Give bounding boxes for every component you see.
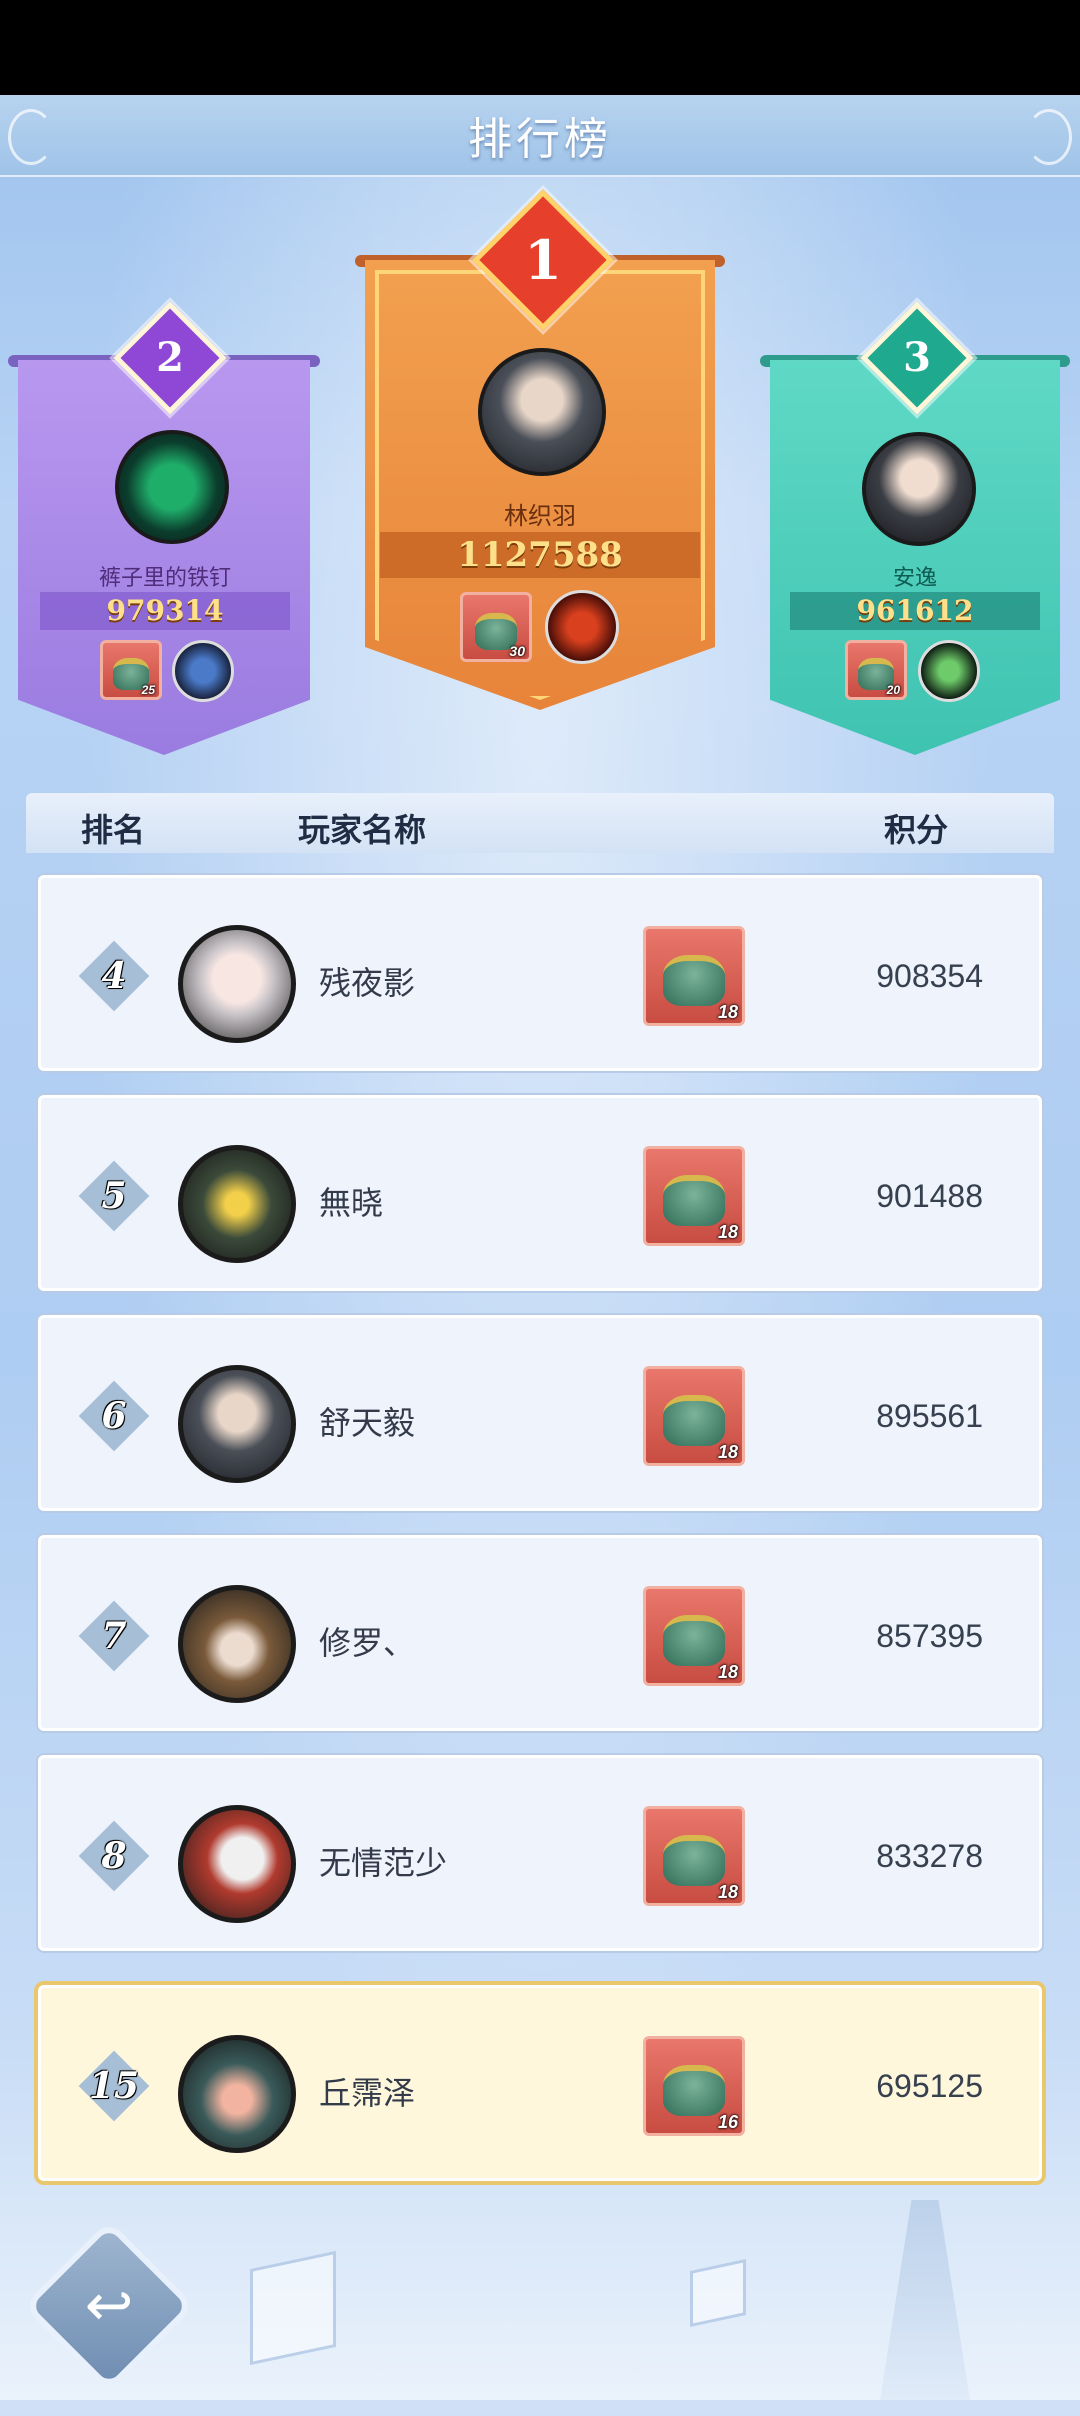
player-score: 961612 <box>790 592 1040 630</box>
player-score: 833278 <box>876 1838 983 1874</box>
header-rank: 排名 <box>81 811 146 849</box>
avatar[interactable] <box>178 925 296 1043</box>
cauldron-graphic <box>663 1615 725 1667</box>
crossed-swords-icon[interactable] <box>918 640 980 702</box>
avatar[interactable] <box>178 2035 296 2153</box>
cauldron-icon[interactable]: 16 <box>643 2036 745 2136</box>
decoration <box>690 2259 746 2327</box>
table-row[interactable]: 8 无情范少 18 833278 <box>38 1755 1042 1951</box>
rank-badge-icon: 8 <box>78 1820 150 1892</box>
table-row[interactable]: 7 修罗、 18 857395 <box>38 1535 1042 1731</box>
item-count: 18 <box>717 1882 738 1902</box>
rank-badge-icon: 6 <box>78 1380 150 1452</box>
header-score: 积分 <box>884 811 949 849</box>
avatar[interactable] <box>178 1365 296 1483</box>
player-name: 丘霈泽 <box>319 2074 416 2112</box>
player-score: 908354 <box>876 958 983 994</box>
player-name: 舒天毅 <box>319 1404 416 1442</box>
podium-banner-second[interactable] <box>18 360 310 755</box>
cauldron-graphic <box>663 1175 725 1227</box>
table-row[interactable]: 5 無晓 18 901488 <box>38 1095 1042 1291</box>
decoration <box>250 2250 336 2366</box>
rank-number: 4 <box>101 955 127 997</box>
cauldron-icon[interactable]: 18 <box>643 1586 745 1686</box>
crossed-swords-icon[interactable] <box>172 640 234 702</box>
cauldron-icon[interactable]: 25 <box>100 640 162 700</box>
ornament-icon <box>1026 109 1072 165</box>
avatar[interactable] <box>478 348 606 476</box>
header-player: 玩家名称 <box>298 811 427 849</box>
rank-number: 1 <box>524 228 562 292</box>
table-row[interactable]: 6 舒天毅 18 895561 <box>38 1315 1042 1511</box>
player-name: 無晓 <box>319 1184 384 1222</box>
rank-badge-icon: 4 <box>78 940 150 1012</box>
avatar[interactable] <box>862 432 976 546</box>
item-count: 16 <box>717 2112 738 2132</box>
status-bar <box>0 0 1080 95</box>
cauldron-graphic <box>663 955 725 1007</box>
player-score: 695125 <box>876 2068 983 2104</box>
rank-badge-icon: 15 <box>78 2050 150 2122</box>
table-row[interactable]: 4 残夜影 18 908354 <box>38 875 1042 1071</box>
title-bar: 排行榜 <box>0 95 1080 177</box>
cauldron-graphic <box>663 1835 725 1887</box>
rank-number: 5 <box>101 1175 127 1217</box>
player-score: 979314 <box>40 592 290 630</box>
item-count: 18 <box>717 1442 738 1462</box>
avatar[interactable] <box>178 1805 296 1923</box>
item-count: 25 <box>141 683 155 697</box>
player-score: 901488 <box>876 1178 983 1214</box>
cauldron-graphic <box>663 2065 725 2117</box>
cauldron-icon[interactable]: 30 <box>460 592 532 662</box>
cauldron-icon[interactable]: 18 <box>643 926 745 1026</box>
player-name: 修罗、 <box>319 1624 416 1662</box>
cauldron-icon[interactable]: 18 <box>643 1146 745 1246</box>
cauldron-icon[interactable]: 20 <box>845 640 907 700</box>
podium-banner-third[interactable] <box>770 360 1060 755</box>
table-header: 排名 玩家名称 积分 <box>26 793 1054 853</box>
cauldron-graphic <box>663 1395 725 1447</box>
cauldron-icon[interactable]: 18 <box>643 1806 745 1906</box>
player-name: 残夜影 <box>319 964 416 1002</box>
trident-icon[interactable] <box>545 590 619 664</box>
player-name: 安逸 <box>892 566 937 591</box>
avatar[interactable] <box>178 1585 296 1703</box>
item-count: 18 <box>717 1662 738 1682</box>
cauldron-icon[interactable]: 18 <box>643 1366 745 1466</box>
rank-badge-icon: 5 <box>78 1160 150 1232</box>
item-count: 20 <box>886 683 900 697</box>
player-score: 895561 <box>876 1398 983 1434</box>
rank-number: 2 <box>156 334 184 381</box>
player-score: 1127588 <box>380 532 700 578</box>
rank-badge-icon: 7 <box>78 1600 150 1672</box>
item-count: 18 <box>717 1002 738 1022</box>
player-score: 857395 <box>876 1618 983 1654</box>
ornament-icon <box>8 109 54 165</box>
back-arrow-icon: ↩ <box>84 2273 134 2338</box>
rank-number: 6 <box>101 1395 127 1437</box>
player-name: 裤子里的铁钉 <box>98 566 231 591</box>
rank-number: 15 <box>89 2065 140 2107</box>
rank-number: 7 <box>101 1615 127 1657</box>
item-count: 30 <box>509 643 525 659</box>
player-name: 林织羽 <box>504 502 576 530</box>
page-title: 排行榜 <box>468 114 612 165</box>
my-rank-row[interactable]: 15 丘霈泽 16 695125 <box>38 1985 1042 2181</box>
item-count: 18 <box>717 1222 738 1242</box>
avatar[interactable] <box>115 430 229 544</box>
player-name: 无情范少 <box>319 1844 448 1882</box>
avatar[interactable] <box>178 1145 296 1263</box>
rank-number: 8 <box>101 1835 127 1877</box>
rank-number: 3 <box>903 334 931 381</box>
